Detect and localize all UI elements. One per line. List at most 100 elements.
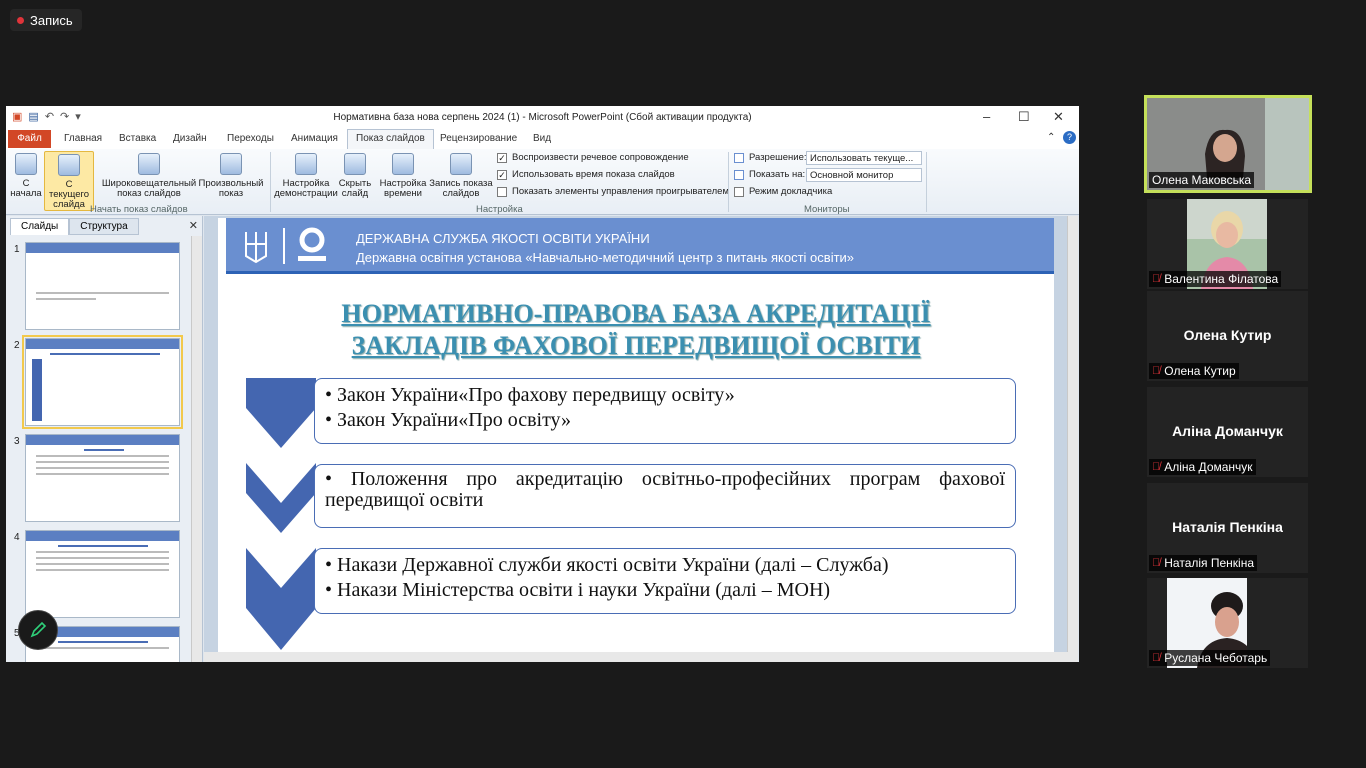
timings-checkbox[interactable]: ✓ Использовать время показа слайдов [497,169,675,180]
show-on-select[interactable]: Основной монитор [806,168,922,182]
custom-show-icon [220,153,242,175]
participant-name: 🎙̸ Наталія Пенкіна [1149,555,1258,571]
minimize-icon[interactable]: – [983,109,990,124]
slide-number: 4 [14,532,20,543]
window-title: Нормативна база нова серпень 2024 (1) - … [333,112,752,123]
tab-outline[interactable]: Структура [69,218,139,235]
slide-thumbnail-selected[interactable] [22,335,183,429]
slide-canvas: ДЕРЖАВНА СЛУЖБА ЯКОСТІ ОСВІТИ УКРАЇНИ Де… [204,216,1068,662]
participant-name: 🎙̸ Аліна Доманчук [1149,459,1256,475]
from-beginning-button[interactable]: С начала [10,151,42,199]
banner-org-subtitle: Державна освітня установа «Навчально-мет… [356,250,855,265]
custom-show-button[interactable]: Произвольный показ [198,151,264,199]
mic-muted-icon: 🎙̸ [1152,557,1161,569]
resolution-row: Разрешение: [734,152,807,163]
media-controls-checkbox[interactable]: Показать элементы управления проигрывате… [497,186,729,197]
maximize-icon[interactable]: ☐ [1018,109,1030,125]
slides-panel: Слайды Структура ✕ 1 2 3 4 5 [6,216,203,662]
monitor-icon [734,152,744,163]
close-panel-icon[interactable]: ✕ [189,219,198,232]
bullet-box-orders: • Накази Державної служби якості освіти … [314,548,1016,614]
slide-thumbnail[interactable] [25,242,180,330]
mic-muted-icon: 🎙̸ [1152,652,1161,664]
checkbox-checked-icon: ✓ [497,152,507,163]
participant-tile[interactable]: 🎙̸ Руслана Чеботарь [1147,578,1308,668]
broadcast-button[interactable]: Широковещательный показ слайдов [101,151,197,199]
participant-name: 🎙̸ Олена Кутир [1149,363,1239,379]
tab-slides[interactable]: Слайды [10,218,70,235]
participant-display-name: Наталія Пенкіна [1172,519,1283,535]
checkbox-checked-icon: ✓ [497,169,507,180]
group-separator [270,152,271,212]
participant-display-name: Аліна Доманчук [1172,423,1283,439]
tab-home[interactable]: Главная [64,133,102,144]
tab-insert[interactable]: Вставка [119,133,156,144]
slide-number: 1 [14,244,20,255]
current-slide: ДЕРЖАВНА СЛУЖБА ЯКОСТІ ОСВІТИ УКРАЇНИ Де… [218,218,1054,660]
mic-muted-icon: 🎙̸ [1152,273,1161,285]
presenter-view-checkbox[interactable]: Режим докладчика [734,186,832,197]
panel-scrollbar[interactable] [191,236,202,662]
record-show-button[interactable]: Запись показа слайдов [429,151,493,199]
slide-horizontal-scrollbar[interactable] [204,652,1068,662]
checkbox-empty-icon [734,186,744,197]
group-separator [926,152,927,212]
from-current-button[interactable]: С текущего слайда [44,151,94,211]
slide-thumbnail[interactable] [25,434,180,522]
tab-view[interactable]: Вид [533,133,551,144]
hide-slide-button[interactable]: Скрыть слайд [338,151,372,199]
group-separator [728,152,729,212]
participant-tile[interactable]: Аліна Доманчук 🎙̸ Аліна Доманчук [1147,387,1308,477]
checkbox-empty-icon [497,186,507,197]
ribbon-tabs: Файл Главная Вставка Дизайн Переходы Ани… [6,129,1079,150]
setup-icon [295,153,317,175]
slide-banner: ДЕРЖАВНА СЛУЖБА ЯКОСТІ ОСВІТИ УКРАЇНИ Де… [226,218,1054,274]
tab-animations[interactable]: Анимация [291,133,338,144]
tab-file[interactable]: Файл [8,130,51,148]
pen-icon [30,621,47,638]
participant-name: 🎙̸ Руслана Чеботарь [1149,650,1271,666]
broadcast-icon [138,153,160,175]
help-icon[interactable]: ? [1063,131,1076,144]
monitor-icon [734,169,744,180]
setup-show-button[interactable]: Настройка демонстрации [274,151,338,199]
participant-tile[interactable]: Олена Кутир 🎙̸ Олена Кутир [1147,291,1308,381]
slide-title: НОРМАТИВНО-ПРАВОВА БАЗА АКРЕДИТАЦІЇ ЗАКЛ… [341,299,931,360]
slide-vertical-scrollbar[interactable] [1067,216,1078,662]
annotate-button[interactable] [18,610,58,650]
participant-tile[interactable]: 🎙̸ Валентина Філатова [1147,199,1308,289]
powerpoint-window: ▣ ▤ ↶ ↷ ▾ Нормативна база нова серпень 2… [6,106,1079,662]
slide-number: 2 [14,340,20,351]
collapse-ribbon-icon[interactable]: ⌃ [1047,132,1055,143]
ribbon: С начала С текущего слайда Широковещател… [6,149,1079,215]
tab-design[interactable]: Дизайн [173,133,207,144]
record-dot-icon [17,16,24,24]
tab-transitions[interactable]: Переходы [227,133,274,144]
tab-slideshow[interactable]: Показ слайдов [347,129,434,150]
title-bar: ▣ ▤ ↶ ↷ ▾ Нормативна база нова серпень 2… [6,106,1079,129]
recording-indicator[interactable]: Запись [10,9,82,31]
participant-tile-active[interactable]: Олена Маковська [1144,95,1312,193]
mic-muted-icon: 🎙̸ [1152,365,1161,377]
chevron-arrows-graphic [246,378,316,650]
tab-review[interactable]: Рецензирование [440,133,517,144]
recording-label: Запись [30,12,73,28]
mic-muted-icon: 🎙̸ [1152,461,1161,473]
participant-name: 🎙̸ Валентина Філатова [1149,271,1282,287]
bullet-box-regulation: • Положення про акредитацію освітньо-про… [314,464,1016,528]
panel-tabs: Слайды Структура [10,218,139,235]
record-show-icon [450,153,472,175]
participant-tile[interactable]: Наталія Пенкіна 🎙̸ Наталія Пенкіна [1147,483,1308,573]
resolution-select[interactable]: Использовать текуще... [806,151,922,165]
narration-checkbox[interactable]: ✓ Воспроизвести речевое сопровождение [497,152,689,163]
show-on-row: Показать на: [734,169,805,180]
close-icon[interactable]: ✕ [1053,109,1064,125]
participant-name: Олена Маковська [1149,172,1255,188]
hide-slide-icon [344,153,366,175]
rehearse-timings-button[interactable]: Настройка времени [378,151,428,199]
slide-thumbnail[interactable] [25,530,180,618]
slide-number: 3 [14,436,20,447]
banner-org-title: ДЕРЖАВНА СЛУЖБА ЯКОСТІ ОСВІТИ УКРАЇНИ [356,231,650,246]
bullet-box-laws: • Закон України«Про фахову передвищу осв… [314,378,1016,444]
timer-icon [392,153,414,175]
